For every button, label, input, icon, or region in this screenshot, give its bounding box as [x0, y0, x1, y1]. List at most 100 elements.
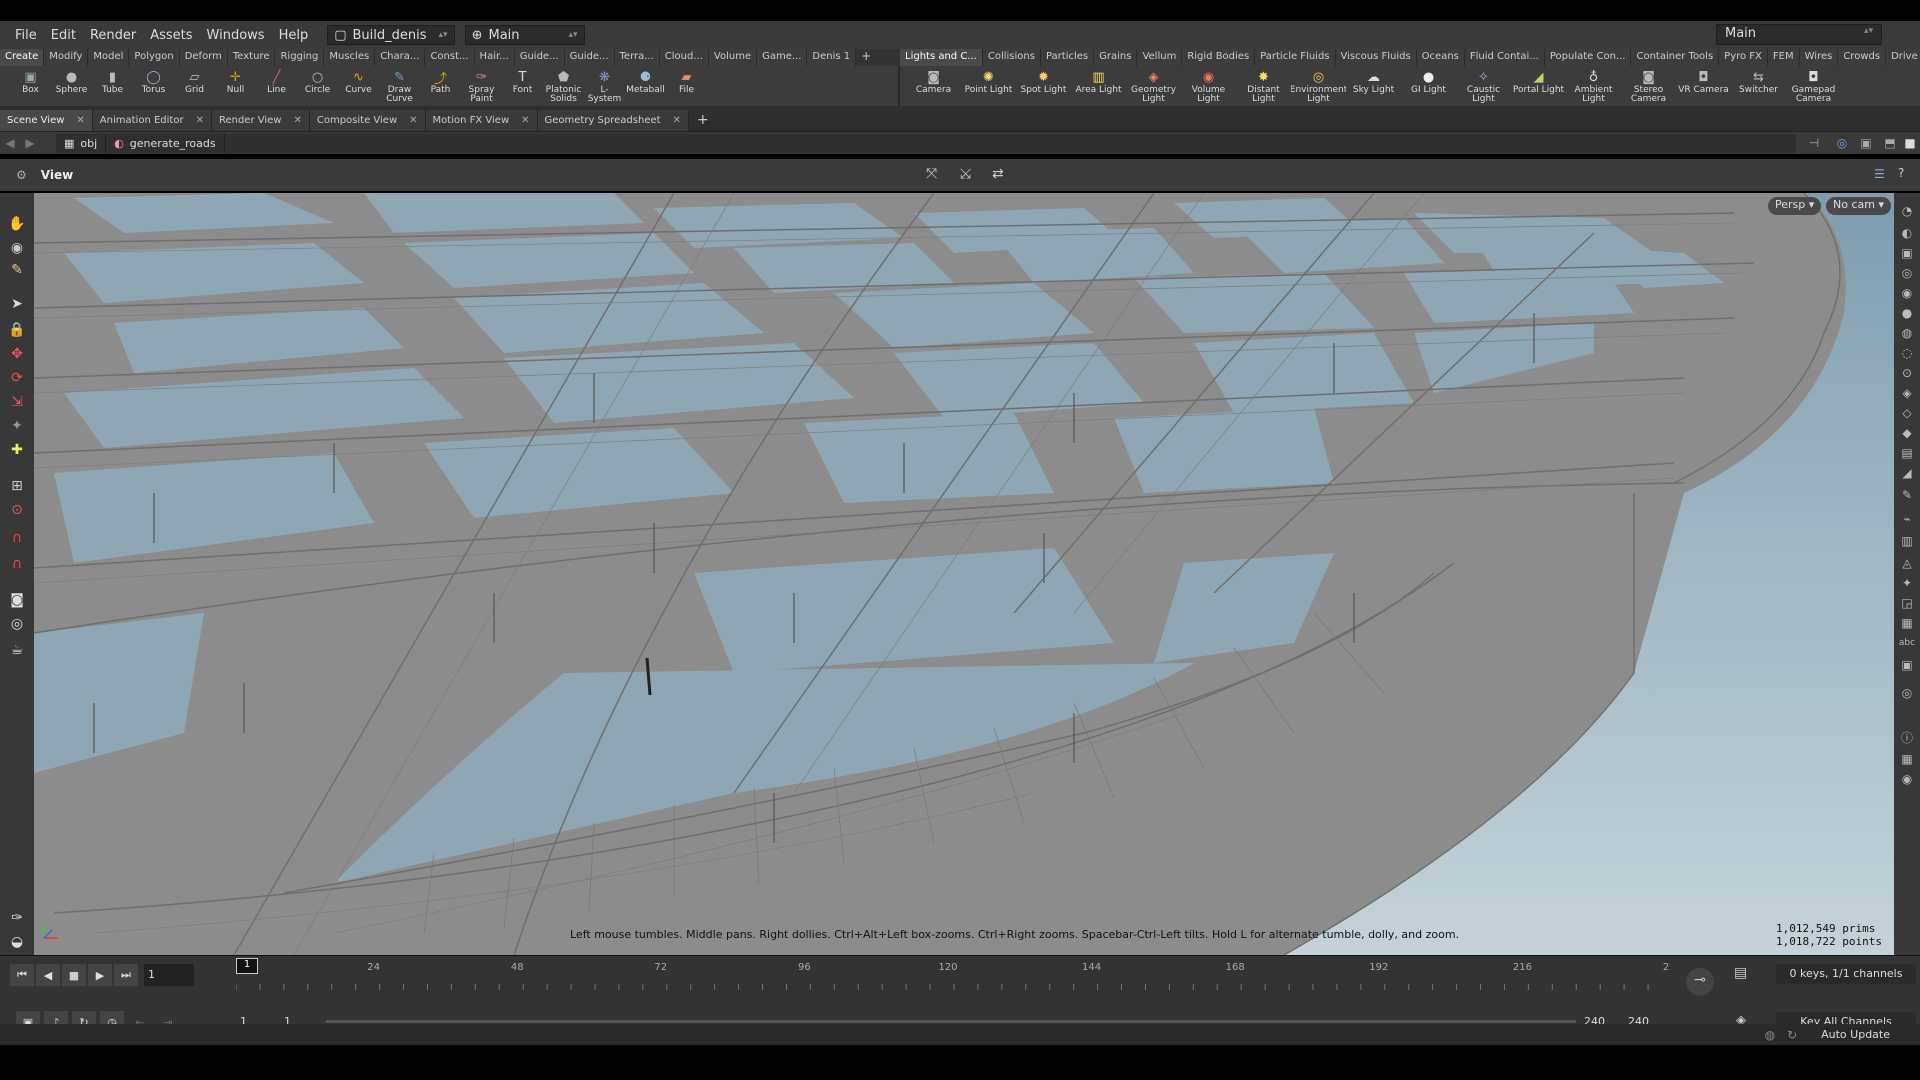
shelf-tab-grains-3[interactable]: Grains [1094, 49, 1138, 66]
shelf-tab-particles-2[interactable]: Particles [1040, 49, 1095, 66]
shelf-tab-deform-4[interactable]: Deform [179, 49, 228, 66]
tool-area-light[interactable]: ▥ Area Light [1071, 66, 1126, 106]
back-arrow-icon[interactable]: ◀ [0, 136, 20, 150]
path-obj[interactable]: ▦ obj [56, 133, 107, 153]
shelf-tab-terra-13[interactable]: Terra... [614, 49, 660, 66]
close-tab-icon[interactable]: ✕ [673, 115, 681, 131]
handle-icon[interactable]: ✚ [5, 439, 29, 461]
menu-assets[interactable]: Assets [143, 28, 199, 43]
shelf-tab-fem-13[interactable]: FEM [1767, 49, 1800, 66]
jump-start-icon[interactable]: ⏮ [10, 964, 34, 986]
magnet-icon[interactable]: ∩ [5, 553, 29, 575]
close-tab-icon[interactable]: ✕ [76, 115, 84, 131]
tool-stereo-camera[interactable]: ◙ Stereo Camera [1621, 66, 1676, 106]
jump-end-icon[interactable]: ⏭ [114, 964, 138, 986]
orient-icon[interactable]: ⇄ [992, 166, 1004, 182]
eye-icon[interactable]: ◉ [1896, 769, 1918, 789]
edge-icon[interactable]: ◇ [1896, 403, 1918, 423]
light-icon[interactable]: ◉ [1896, 283, 1918, 303]
close-tab-icon[interactable]: ✕ [196, 115, 204, 131]
camera-view-icon[interactable]: ◙ [5, 589, 29, 611]
shelf-tab-container-tools-11[interactable]: Container Tools [1631, 49, 1720, 66]
hand-icon[interactable]: ✋ [5, 213, 29, 235]
scene-file-selector[interactable]: ▢ Build_denis ▴▾ [327, 25, 455, 45]
cup-icon[interactable]: ☕ [5, 639, 29, 661]
chat-icon[interactable]: ◍ [1765, 1028, 1775, 1042]
display-lock-icon[interactable]: ▣ [1896, 243, 1918, 263]
tool-geometry-light[interactable]: ◈ Geometry Light [1126, 66, 1181, 106]
step-back-icon[interactable]: ◀ [36, 964, 60, 986]
pin-icon[interactable]: ⊣ [1796, 136, 1832, 150]
camera-menu[interactable]: No cam ▾ [1826, 197, 1891, 215]
tool-volume-light[interactable]: ◉ Volume Light [1181, 66, 1236, 106]
drum-icon[interactable]: ◒ [5, 931, 29, 953]
tool-draw-curve[interactable]: ✎ Draw Curve [379, 66, 420, 106]
pane-tab-composite-view[interactable]: Composite View ✕ [309, 110, 426, 131]
refresh-icon[interactable]: ↻ [1787, 1028, 1797, 1042]
play-icon[interactable]: ▶ [88, 964, 112, 986]
text-display-icon[interactable]: abc [1896, 633, 1918, 653]
path-node[interactable]: ◐ generate_roads [106, 133, 225, 153]
view-icon[interactable]: ◉ [5, 237, 29, 259]
shelf-tab-rigging-6[interactable]: Rigging [275, 49, 325, 66]
shelf-tab-guide-11[interactable]: Guide... [514, 49, 565, 66]
desktop-selector[interactable]: ⊕ Main ▴▾ [464, 25, 585, 45]
forward-arrow-icon[interactable]: ▶ [20, 136, 40, 150]
tool-tube[interactable]: ▮ Tube [92, 66, 133, 106]
channels-status[interactable]: 0 keys, 1/1 channels [1776, 964, 1916, 984]
link-icon[interactable]: ⌁ [1896, 509, 1918, 529]
close-tab-icon[interactable]: ✕ [521, 115, 529, 131]
pivot-icon[interactable]: ⤩ [960, 166, 971, 182]
tool-environment-light[interactable]: ◎ Environment Light [1291, 66, 1346, 106]
current-frame-field[interactable]: 1 [144, 964, 194, 986]
lock-icon[interactable]: 🔒 [5, 319, 29, 341]
menu-help[interactable]: Help [272, 28, 316, 43]
list-icon[interactable]: ▤ [1896, 443, 1918, 463]
corner-icon[interactable]: ◢ [1896, 463, 1918, 483]
pane-tab-render-view[interactable]: Render View ✕ [211, 110, 310, 131]
tool-torus[interactable]: ◯ Torus [133, 66, 174, 106]
tool-curve[interactable]: ∿ Curve [338, 66, 379, 106]
shelf-tab-modify-1[interactable]: Modify [44, 49, 89, 66]
pane-tab-animation-editor[interactable]: Animation Editor ✕ [92, 110, 212, 131]
menu-file[interactable]: File [8, 28, 44, 43]
tool-ambient-light[interactable]: ♁ Ambient Light [1566, 66, 1621, 106]
tool-line[interactable]: ╱ Line [256, 66, 297, 106]
tool-portal-light[interactable]: ◢ Portal Light [1511, 66, 1566, 106]
viewer-icon[interactable]: ▣ [1852, 136, 1880, 150]
shelf-tab-hair-10[interactable]: Hair... [474, 49, 515, 66]
shading-icon[interactable]: ◔ [1896, 201, 1918, 221]
shelf-tab-guide-12[interactable]: Guide... [564, 49, 615, 66]
shelf-tab-rigid-bodies-5[interactable]: Rigid Bodies [1182, 49, 1256, 66]
solid-icon[interactable]: ● [1896, 303, 1918, 323]
background-icon[interactable]: ▣ [1896, 655, 1918, 675]
target-icon[interactable]: ◎ [5, 613, 29, 635]
shelf-tab-texture-5[interactable]: Texture [227, 49, 276, 66]
shelf-tab-lights-and-c-0[interactable]: Lights and C... [900, 49, 983, 66]
close-tab-icon[interactable]: ✕ [409, 115, 417, 131]
snap-icon[interactable]: ⤧ [926, 166, 937, 182]
tool-switcher[interactable]: ⇆ Switcher [1731, 66, 1786, 106]
shelf-tab-pyro-fx-12[interactable]: Pyro FX [1719, 49, 1768, 66]
add-tab-icon[interactable]: + [689, 112, 717, 131]
auto-update-menu[interactable]: Auto Update [1821, 1028, 1890, 1041]
tool-caustic-light[interactable]: ✧ Caustic Light [1456, 66, 1511, 106]
shelf-tab-game-16[interactable]: Game... [757, 49, 808, 66]
perspective-menu[interactable]: Persp ▾ [1768, 197, 1822, 215]
camera-lens-icon[interactable]: ◎ [1896, 683, 1918, 703]
tool-sphere[interactable]: ● Sphere [51, 66, 92, 106]
shelf-tab-particle-fluids-6[interactable]: Particle Fluids [1255, 49, 1336, 66]
tool-l-system[interactable]: ❋ L-System [584, 66, 625, 106]
shelf-tab-drive-simula-16[interactable]: Drive Simula... [1886, 49, 1920, 66]
snap-grid-icon[interactable]: ⊞ [5, 475, 29, 497]
close-tab-icon[interactable]: ✕ [293, 115, 301, 131]
shelf-tab-denis-1-17[interactable]: Denis 1 [807, 49, 857, 66]
brush-icon[interactable]: ✎ [5, 259, 29, 281]
triangle-icon[interactable]: ◬ [1896, 553, 1918, 573]
tool-vr-camera[interactable]: ◘ VR Camera [1676, 66, 1731, 106]
tool-sky-light[interactable]: ☁ Sky Light [1346, 66, 1401, 106]
shelf-tab-cloud-14[interactable]: Cloud... [659, 49, 709, 66]
shelf-tab-model-2[interactable]: Model [88, 49, 130, 66]
pane-tab-scene-view[interactable]: Scene View ✕ [0, 110, 93, 131]
prim-icon[interactable]: ◈ [1896, 383, 1918, 403]
